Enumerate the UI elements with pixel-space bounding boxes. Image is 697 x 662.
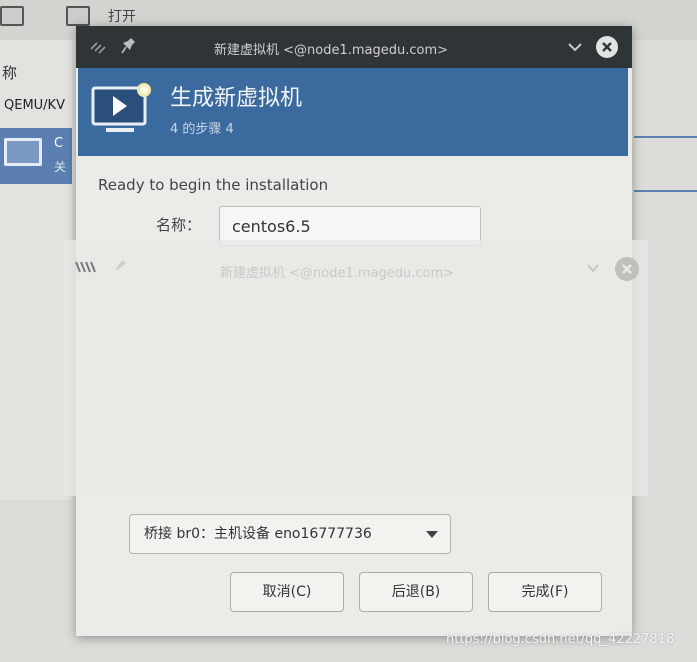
- finish-button[interactable]: 完成(F): [488, 572, 602, 612]
- close-button[interactable]: [596, 36, 618, 58]
- close-icon: [602, 42, 612, 52]
- pin-icon: [116, 260, 126, 270]
- window-menu-icon[interactable]: [88, 35, 110, 57]
- monitor-icon[interactable]: [66, 6, 90, 26]
- network-selection-label: 桥接 br0：主机设备 eno16777736: [144, 526, 372, 542]
- new-vm-monitor-icon: [91, 83, 151, 132]
- dialog-title: 新建虚拟机 <@node1.magedu.com>: [214, 43, 449, 58]
- wizard-title: 生成新虚拟机: [170, 86, 303, 111]
- watermark-text: https://blog.csdn.net/qq_42227818: [446, 632, 675, 647]
- wizard-header: 生成新虚拟机 4 的步骤 4: [78, 68, 628, 156]
- chevron-down-icon[interactable]: [566, 38, 584, 56]
- vm-name: C: [54, 136, 64, 151]
- close-icon: [615, 257, 639, 281]
- dropdown-caret-icon: [426, 531, 438, 538]
- wizard-step: 4 的步骤 4: [170, 122, 234, 137]
- window-menu-icon: [75, 261, 96, 273]
- dialog-titlebar[interactable]: 新建虚拟机 <@node1.magedu.com>: [76, 26, 632, 68]
- background-divider: [634, 136, 697, 138]
- background-divider: [634, 190, 697, 192]
- ready-message: Ready to begin the installation: [98, 176, 329, 194]
- name-label: 名称：: [156, 216, 202, 234]
- vm-status: 关: [54, 160, 67, 174]
- ghost-dialog-title: 新建虚拟机 <@node1.magedu.com>: [220, 266, 455, 281]
- ghost-dialog-overlay: 新建虚拟机 <@node1.magedu.com>: [64, 240, 648, 496]
- name-column-header: 称: [2, 64, 18, 82]
- connection-label[interactable]: QEMU/KV: [4, 98, 65, 113]
- vm-list-item-selected[interactable]: C 关: [0, 128, 72, 184]
- pin-icon[interactable]: [120, 35, 138, 57]
- cancel-button[interactable]: 取消(C): [230, 572, 344, 612]
- chevron-down-icon: [587, 264, 599, 273]
- vm-monitor-icon: [4, 138, 42, 166]
- back-button[interactable]: 后退(B): [359, 572, 473, 612]
- network-selection-dropdown[interactable]: 桥接 br0：主机设备 eno16777736: [129, 514, 451, 554]
- open-button-label[interactable]: 打开: [108, 6, 136, 26]
- monitor-icon[interactable]: [0, 6, 24, 26]
